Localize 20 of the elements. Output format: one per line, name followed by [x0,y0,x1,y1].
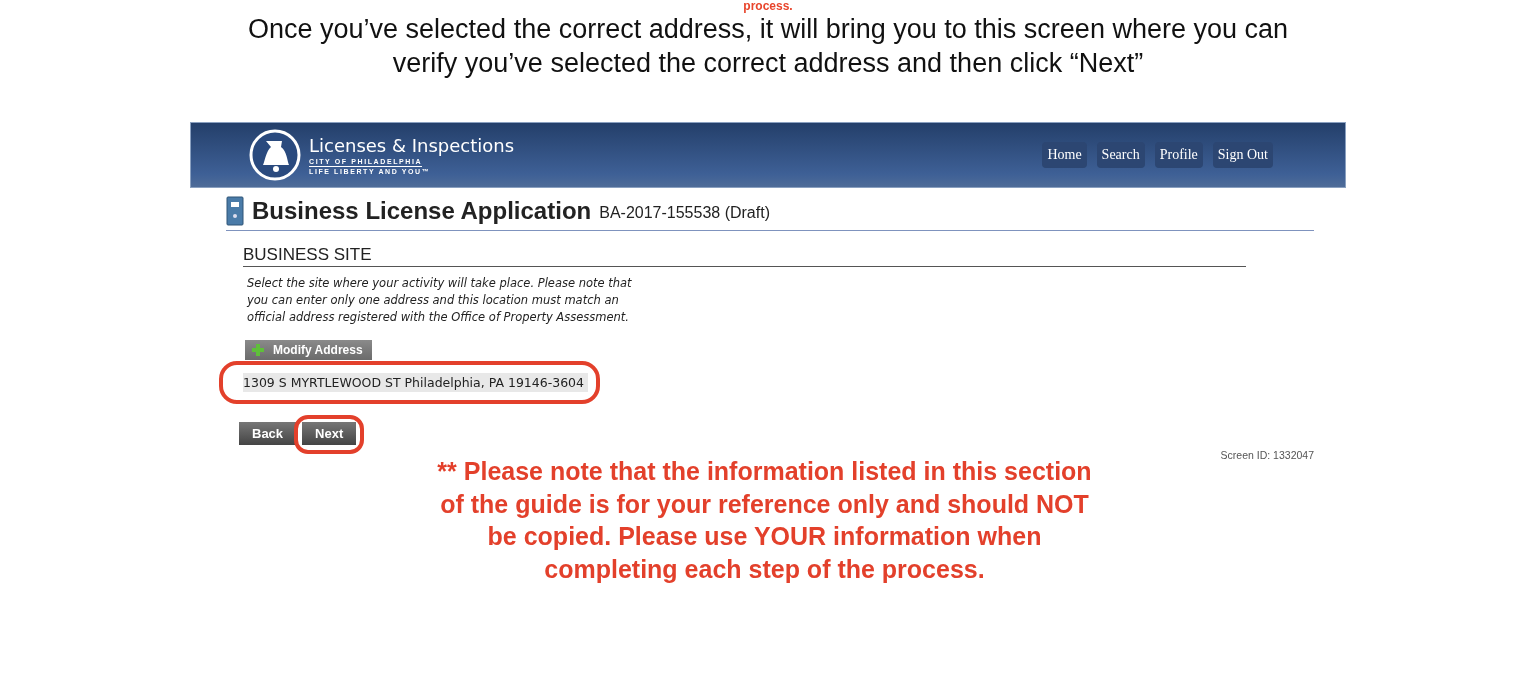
nav-link[interactable]: Home [1042,142,1087,168]
nav-button[interactable]: Next [302,422,357,445]
nav-link[interactable]: Profile [1154,142,1203,168]
note-text: ** Please note that the information listed in this section of the guide is for your reference only and should NOT be copied. Please use YOUR information when completing each step of the process. [436,456,1093,585]
nav-button[interactable]: Back [239,422,297,445]
screen-id: Screen ID: 1332047 [1220,449,1314,461]
brand-name: Licenses & Inspections [309,134,515,157]
application-id: BA-2017-155538 (Draft) [599,204,770,222]
nav-link[interactable]: Search [1096,142,1145,168]
modify-address-button[interactable]: Modify Address [245,340,372,360]
nav-link[interactable]: Sign Out [1212,142,1273,168]
intro-text: Once you’ve selected the correct address, it will bring you to this screen where you can verify you’ve selected the correct address and then click “Next” [247,13,1289,80]
address-text: 1309 S MYRTLEWOOD ST Philadelphia, PA 19146-3604 [243,373,588,392]
instructions-text: Select the site where your activity will take place. Please note that you can enter only one address and this location must match an official address registered with the Office of Property Assessment. [247,275,633,326]
heading-text: process. [743,0,793,12]
section-heading: BUSINESS SITE [243,245,1246,267]
bell-logo-icon [249,129,301,181]
plus-icon [251,343,265,357]
page-title: Business License Application [252,197,592,225]
binder-icon [226,196,244,226]
